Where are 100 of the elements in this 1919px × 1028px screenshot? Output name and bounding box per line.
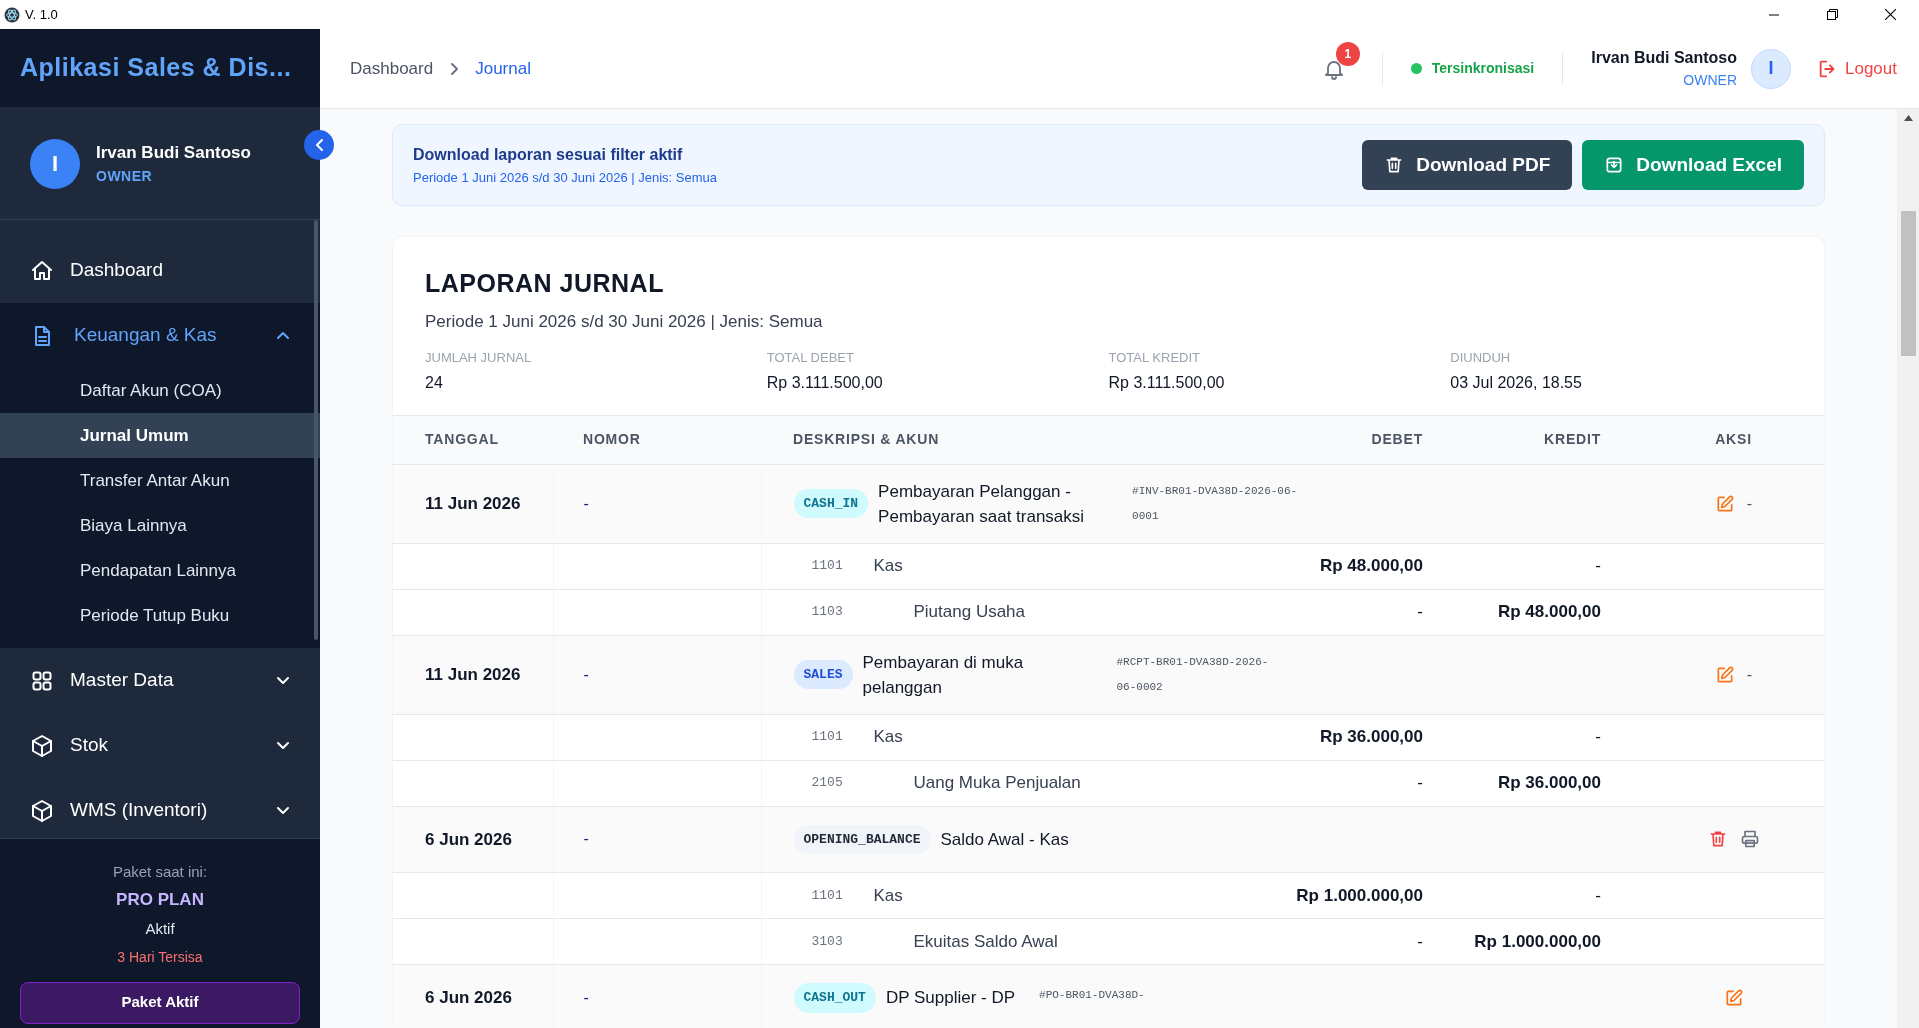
banner-title: Download laporan sesuai filter aktif	[413, 144, 684, 165]
account-name: Kas	[873, 555, 903, 578]
report-title: LAPORAN JURNAL	[425, 268, 665, 299]
scrollbar-thumb[interactable]	[1900, 211, 1916, 356]
account-code: 2105	[811, 774, 844, 793]
action-text: -	[1746, 664, 1753, 685]
stat-label: TOTAL KREDIT	[1108, 349, 1201, 367]
account-name: Piutang Usaha	[913, 601, 1026, 624]
debit-amount: -	[1417, 931, 1423, 951]
action-text: -	[1746, 493, 1753, 514]
download-excel-button[interactable]: Download Excel	[1582, 140, 1804, 190]
entry-number: -	[583, 665, 589, 683]
account-code: 1101	[811, 557, 844, 576]
column-header: KREDIT	[1443, 415, 1643, 464]
collapse-sidebar-button[interactable]	[304, 130, 334, 160]
credit-amount: Rp 48.000,00	[1498, 602, 1601, 622]
transaction-type-badge: OPENING_BALANCE	[793, 824, 931, 854]
user-avatar: I	[30, 138, 80, 189]
printer-icon	[1739, 829, 1760, 850]
nav-subitem[interactable]: Daftar Akun (COA)	[0, 368, 320, 413]
sync-status: Tersinkronisasi	[1431, 59, 1535, 78]
nav-item[interactable]: Stok	[0, 713, 320, 778]
column-header: TANGGAL	[393, 415, 553, 464]
user-role: OWNER	[1683, 71, 1737, 90]
user-name: Irvan Budi Santoso	[96, 142, 251, 165]
restore-icon	[1826, 9, 1838, 20]
column-header: NOMOR	[553, 415, 761, 464]
entry-description: DP Supplier - DP	[885, 987, 1016, 1010]
stat-label: TOTAL DEBET	[766, 349, 855, 367]
debit-amount: Rp 36.000,00	[1320, 727, 1423, 747]
column-header: DEBET	[1236, 415, 1443, 464]
cube-icon	[30, 733, 54, 758]
debit-amount: -	[1417, 602, 1423, 622]
nav-subitem[interactable]: Biaya Lainnya	[0, 503, 320, 548]
user-avatar: I	[1751, 48, 1791, 89]
printer-button[interactable]	[1739, 829, 1760, 850]
credit-amount: -	[1595, 727, 1601, 747]
column-header: DESKRIPSI & AKUN	[761, 415, 1236, 464]
account-code: 1103	[811, 603, 844, 622]
user-name: Irvan Budi Santoso	[1591, 48, 1737, 68]
entry-number: -	[583, 494, 589, 512]
user-role: OWNER	[96, 166, 154, 186]
transaction-type-badge: SALES	[793, 659, 853, 690]
credit-amount: Rp 36.000,00	[1498, 773, 1601, 793]
entry-description: Saldo Awal - Kas	[940, 828, 1069, 851]
transaction-type-badge: CASH_IN	[793, 488, 869, 519]
breadcrumb-link[interactable]: Journal	[475, 55, 531, 82]
nav-subitem[interactable]: Jurnal Umum	[0, 413, 320, 458]
sidebar-scrollbar[interactable]	[314, 220, 318, 640]
download-pdf-button[interactable]: Download PDF	[1362, 140, 1573, 190]
breadcrumb-link[interactable]: Dashboard	[350, 55, 434, 82]
scroll-up-icon	[1903, 115, 1913, 121]
nav-item[interactable]: WMS (Inventori)	[0, 778, 320, 838]
logout-button[interactable]: Logout	[1817, 55, 1897, 82]
entry-reference: #INV-BR01-DVA38D-2026-06-0001	[1132, 483, 1299, 524]
account-name: Kas	[873, 884, 903, 907]
page-scrollbar[interactable]	[1897, 109, 1919, 1028]
app-title: Aplikasi Sales & Dis...	[20, 52, 292, 84]
account-name: Uang Muka Penjualan	[913, 772, 1081, 795]
entry-reference: #RCPT-BR01-DVA38D-2026-06-0002	[1116, 654, 1270, 695]
close-icon	[1884, 9, 1896, 20]
debit-amount: Rp 48.000,00	[1320, 556, 1423, 576]
plan-name: PRO PLAN	[116, 888, 204, 911]
account-code: 1101	[811, 728, 844, 747]
nav-subitem[interactable]: Transfer Antar Akun	[0, 458, 320, 503]
entry-date: 6 Jun 2026	[425, 829, 512, 849]
entry-date: 6 Jun 2026	[425, 988, 512, 1007]
nav-item[interactable]: Master Data	[0, 648, 320, 713]
chevron-left-icon	[315, 139, 323, 151]
nav-subitem[interactable]: Periode Tutup Buku	[0, 593, 320, 638]
entry-date: 11 Jun 2026	[425, 493, 521, 513]
debit-amount: -	[1417, 773, 1423, 793]
stat-value: Rp 3.111.500,00	[1108, 372, 1226, 393]
nav-item[interactable]: Keuangan & Kas	[0, 303, 320, 368]
app-logo-icon	[4, 6, 20, 23]
entry-number: -	[583, 830, 589, 848]
transaction-type-badge: CASH_OUT	[793, 983, 876, 1013]
stat-label: JUMLAH JURNAL	[425, 349, 533, 367]
home-icon	[30, 258, 54, 283]
nav-item[interactable]: Dashboard	[0, 238, 320, 303]
stat-value: Rp 3.111.500,00	[766, 372, 884, 393]
active-plan-button[interactable]: Paket Aktif	[20, 981, 300, 1024]
stat-value: 24	[425, 372, 444, 393]
account-name: Kas	[873, 726, 903, 749]
report-period: Periode 1 Juni 2026 s/d 30 Juni 2026 | Jenis: Semua	[425, 310, 824, 333]
entry-description: Pembayaran di muka pelanggan	[862, 651, 1025, 699]
plan-caption: Paket saat ini:	[112, 862, 208, 882]
cube-icon	[30, 798, 54, 823]
plan-remaining-days: 3 Hari Tersisa	[117, 946, 203, 968]
entry-description: Pembayaran Pelanggan - Pembayaran saat transaksi	[878, 480, 1086, 528]
stat-label: DIUNDUH	[1450, 349, 1512, 367]
nav-subitem[interactable]: Pendapatan Lainnya	[0, 548, 320, 593]
account-code: 3103	[811, 932, 844, 951]
entry-date: 11 Jun 2026	[425, 664, 521, 684]
app-version: V. 1.0	[25, 5, 58, 24]
account-code: 1101	[811, 886, 844, 905]
notification-count: 1	[1335, 41, 1360, 66]
plan-status: Aktif	[145, 919, 175, 939]
entry-reference: #PO-BR01-DVA38D-	[1039, 988, 1145, 1003]
credit-amount: Rp 1.000.000,00	[1474, 931, 1601, 951]
